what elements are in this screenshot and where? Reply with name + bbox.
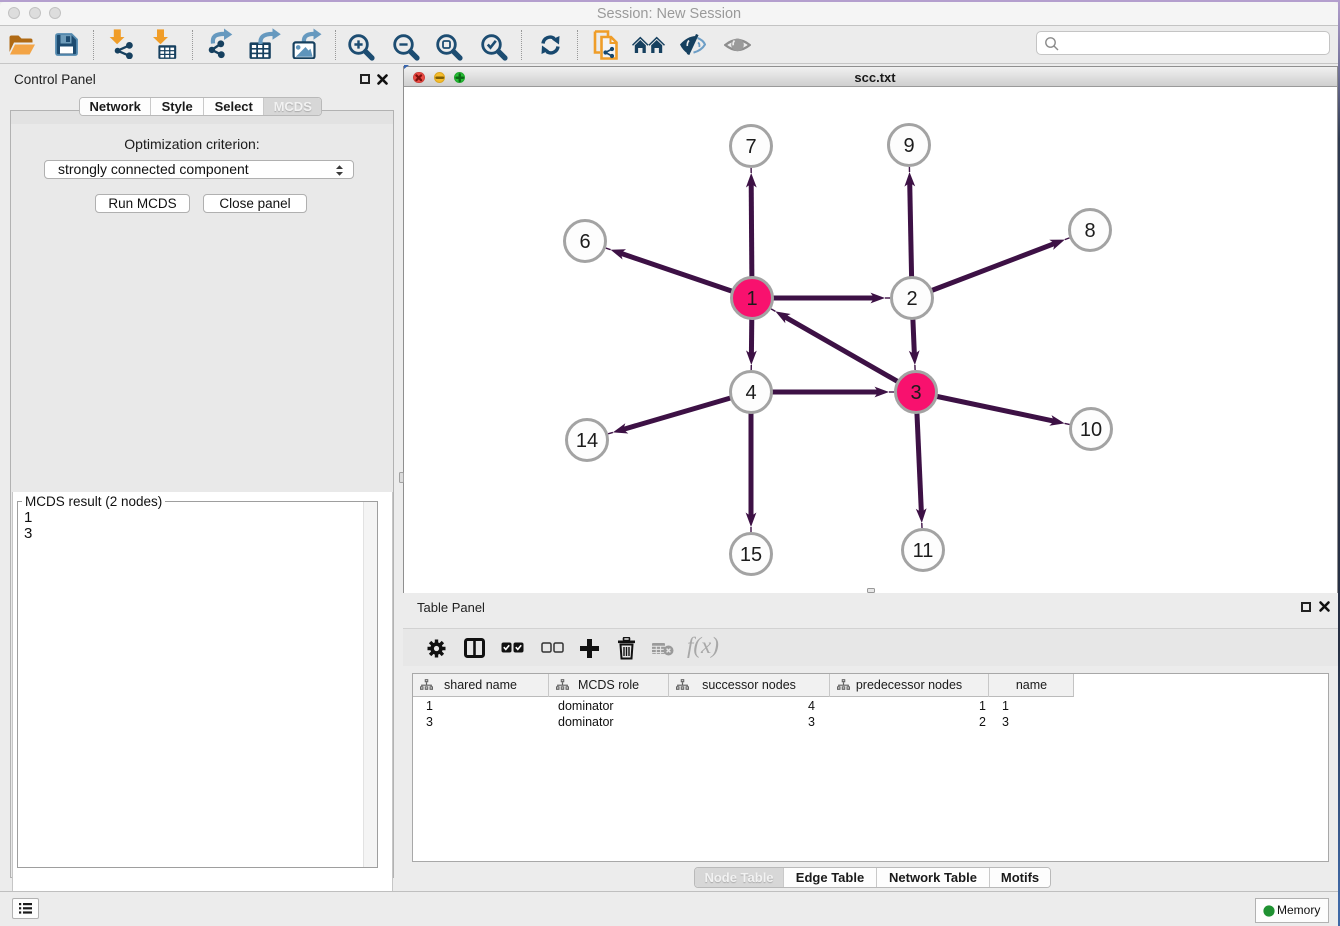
svg-text:9: 9 bbox=[903, 135, 914, 157]
svg-text:14: 14 bbox=[576, 430, 598, 452]
svg-text:15: 15 bbox=[740, 544, 762, 566]
svg-text:1: 1 bbox=[746, 288, 757, 310]
svg-text:6: 6 bbox=[579, 231, 590, 253]
svg-text:8: 8 bbox=[1084, 220, 1095, 242]
svg-text:7: 7 bbox=[745, 136, 756, 158]
svg-text:2: 2 bbox=[906, 288, 917, 310]
svg-text:3: 3 bbox=[910, 382, 921, 404]
svg-text:10: 10 bbox=[1080, 419, 1102, 441]
svg-text:11: 11 bbox=[913, 540, 934, 562]
svg-text:4: 4 bbox=[745, 382, 756, 404]
